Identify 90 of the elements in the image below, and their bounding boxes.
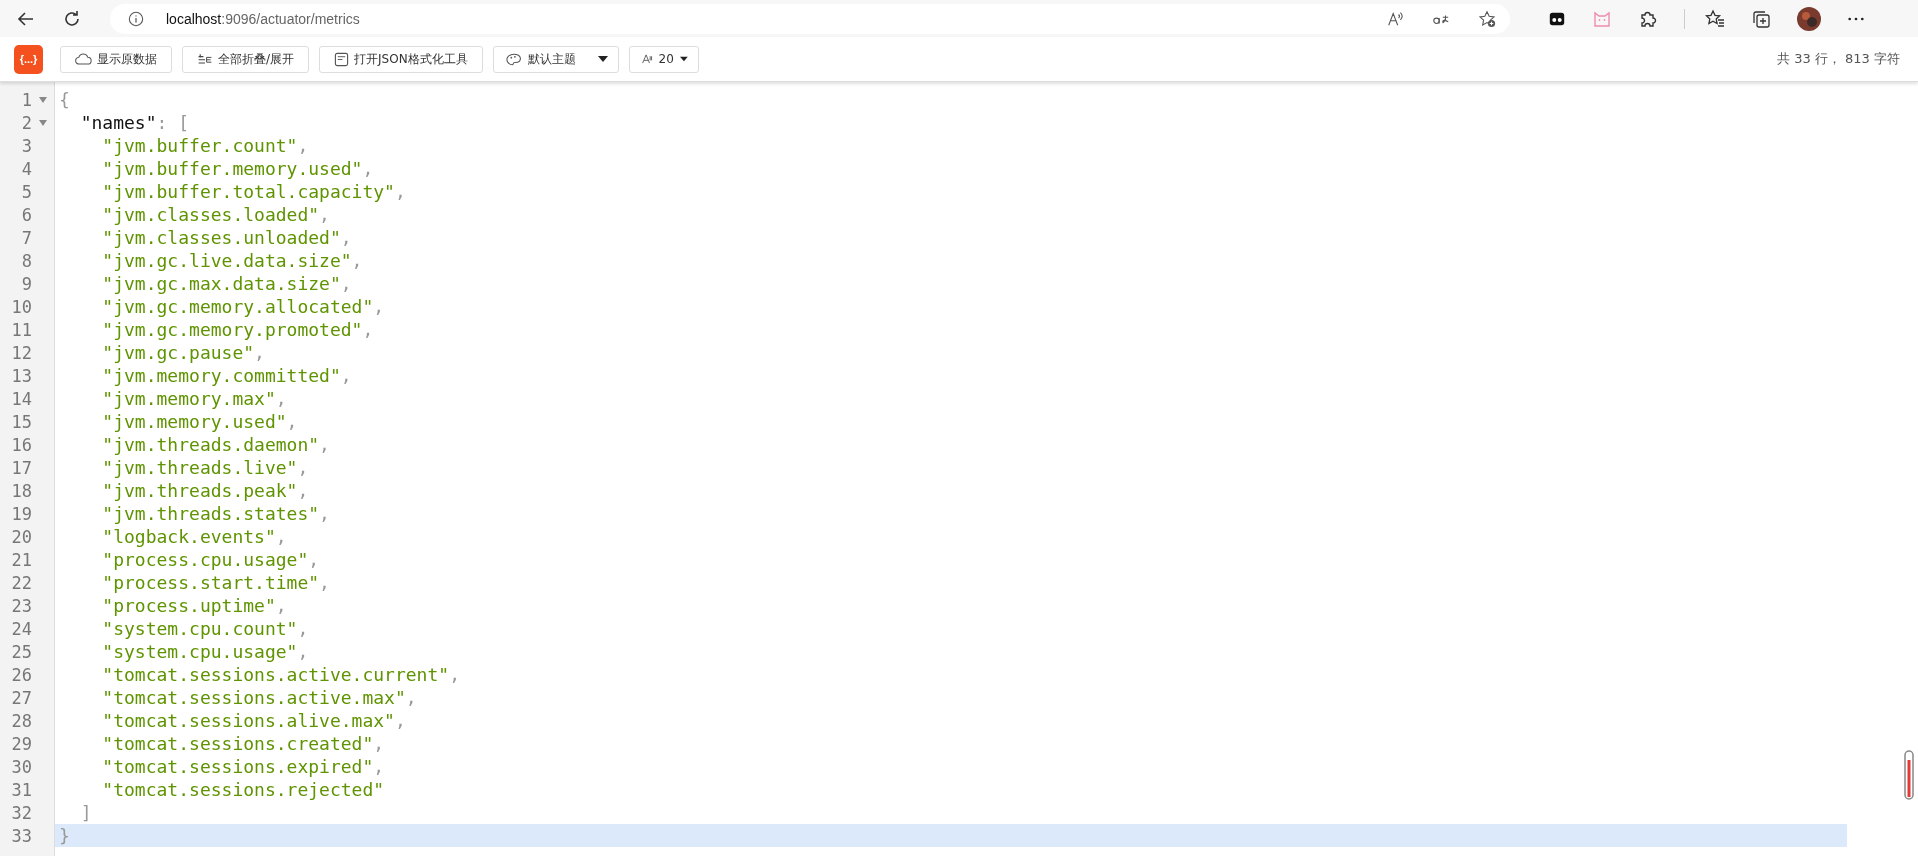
fold-arrow-icon[interactable] (39, 119, 47, 126)
favorite-add-icon[interactable] (1478, 9, 1496, 28)
code-line: "jvm.gc.max.data.size", (101, 272, 353, 295)
line-number: 25 (11, 641, 32, 662)
code-line: "jvm.buffer.memory.used", (101, 157, 375, 180)
code-line: "jvm.gc.memory.allocated", (101, 295, 386, 318)
line-number: 21 (11, 549, 32, 570)
code-line: "jvm.threads.daemon", (101, 433, 331, 456)
line-number: 27 (11, 687, 32, 708)
line-number: 29 (11, 733, 32, 754)
caret-icon (679, 56, 688, 62)
line-number: 26 (11, 664, 32, 685)
code-line: "jvm.buffer.total.capacity", (101, 180, 407, 203)
toolbar-button[interactable]: 显示原数据 (60, 45, 172, 73)
fold-lines-icon (197, 53, 213, 65)
code-line: "process.cpu.usage", (101, 548, 321, 571)
code-line: "system.cpu.usage", (101, 640, 310, 663)
line-number: 5 (21, 181, 32, 202)
favorites-icon[interactable] (1705, 8, 1725, 29)
more-icon[interactable] (1847, 15, 1865, 22)
code-line: "jvm.memory.committed", (101, 364, 353, 387)
line-number: 23 (11, 595, 32, 616)
code-line: "process.uptime", (101, 594, 288, 617)
cloud-icon (75, 53, 92, 65)
code-line: "process.start.time", (101, 571, 331, 594)
line-number: 17 (11, 457, 32, 478)
code-line: "jvm.gc.live.data.size", (101, 249, 364, 272)
scroll-indicator-icon (1904, 750, 1914, 800)
address-bar[interactable]: localhost:9096/actuator/metrics (110, 3, 1510, 34)
line-number: 12 (11, 342, 32, 363)
info-icon[interactable] (128, 10, 144, 27)
line-number: 18 (11, 480, 32, 501)
code-line: "tomcat.sessions.active.max", (101, 686, 418, 709)
code-line: "jvm.memory.used", (101, 410, 299, 433)
fold-arrow-icon[interactable] (39, 96, 47, 103)
line-number: 32 (11, 802, 32, 823)
line-number: 14 (11, 388, 32, 409)
code-line: "logback.events", (101, 525, 288, 548)
code-line: "jvm.threads.states", (101, 502, 331, 525)
line-number: 10 (11, 296, 32, 317)
line-number: 6 (21, 204, 32, 225)
font-size-dropdown[interactable]: 20 (628, 45, 699, 73)
code-line: "jvm.classes.loaded", (101, 203, 331, 226)
palette-icon (505, 52, 522, 66)
line-number: 13 (11, 365, 32, 386)
line-number: 16 (11, 434, 32, 455)
document-icon (334, 51, 350, 67)
line-number: 7 (21, 227, 32, 248)
line-number: 11 (11, 319, 32, 340)
line-number: 8 (21, 250, 32, 271)
line-number: 31 (11, 779, 32, 800)
code-line: "jvm.gc.pause", (101, 341, 266, 364)
code-line: "tomcat.sessions.created", (101, 732, 386, 755)
code-line: "names": [ (79, 111, 191, 134)
theme-dropdown[interactable]: 默认主题 (492, 45, 619, 73)
document-stats: 共 33 行， 813 字符 (1777, 50, 1900, 68)
toolbar-button[interactable]: 打开JSON格式化工具 (319, 45, 483, 73)
toolbar-button[interactable]: 全部折叠/展开 (182, 45, 310, 73)
line-number: 19 (11, 503, 32, 524)
line-number: 2 (21, 112, 32, 133)
font-size-icon (641, 52, 653, 66)
code-line: "tomcat.sessions.active.current", (101, 663, 461, 686)
code-line: "jvm.threads.peak", (101, 479, 310, 502)
line-number: 22 (11, 572, 32, 593)
line-number: 1 (21, 89, 32, 110)
line-number: 28 (11, 710, 32, 731)
refresh-icon[interactable] (62, 8, 82, 29)
code-line: "jvm.memory.max", (101, 387, 288, 410)
caret-icon (597, 56, 608, 62)
line-number: 24 (11, 618, 32, 639)
line-number: 15 (11, 411, 32, 432)
avatar[interactable] (1797, 6, 1821, 31)
code-line: "jvm.threads.live", (101, 456, 310, 479)
line-number: 9 (21, 273, 32, 294)
url-text: localhost:9096/actuator/metrics (166, 10, 360, 27)
collections-icon[interactable] (1751, 8, 1771, 29)
line-number: 4 (21, 158, 32, 179)
line-number: 33 (11, 825, 32, 846)
code-line: "jvm.gc.memory.promoted", (101, 318, 375, 341)
code-line: "system.cpu.count", (101, 617, 310, 640)
line-number: 30 (11, 756, 32, 777)
code-line: "tomcat.sessions.expired", (101, 755, 386, 778)
code-line: "jvm.classes.unloaded", (101, 226, 353, 249)
code-line: ] (79, 801, 93, 824)
code-line: "jvm.buffer.count", (101, 134, 310, 157)
code-line: { (58, 88, 71, 111)
line-number: 20 (11, 526, 32, 547)
line-number: 3 (21, 135, 32, 156)
code-line: "tomcat.sessions.rejected" (101, 778, 386, 801)
code-line: "tomcat.sessions.alive.max", (101, 709, 407, 732)
